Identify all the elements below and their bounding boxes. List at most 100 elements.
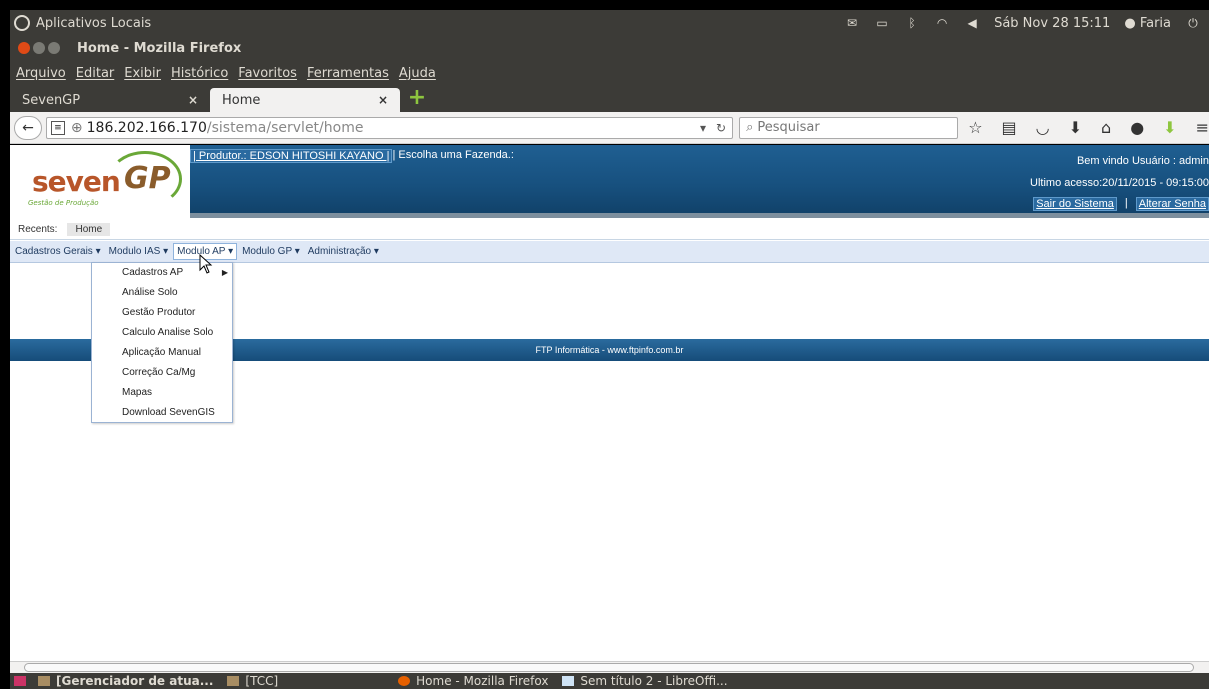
dropdown-item-correcao-ca-mg[interactable]: Correção Ca/Mg: [92, 363, 232, 383]
ubuntu-logo-icon: [14, 15, 30, 31]
downloads-icon[interactable]: ⬇: [1069, 118, 1082, 137]
menu-modulo-gp[interactable]: Modulo GP ▾: [239, 244, 303, 259]
browser-menubar: Arquivo Editar Exibir Histórico Favorito…: [10, 60, 1209, 86]
producer-info: | Produtor.: EDSON HITOSHI KAYANO | | Es…: [190, 149, 514, 163]
main-menu: Cadastros Gerais ▾ Modulo IAS ▾ Modulo A…: [10, 241, 1209, 263]
url-dropdown-icon[interactable]: ▾: [700, 121, 706, 135]
menu-administracao[interactable]: Administração ▾: [305, 244, 382, 259]
app-menu[interactable]: Aplicativos Locais: [10, 15, 151, 31]
url-bar[interactable]: ≡ ⊕ 186.202.166.170/sistema/servlet/home…: [45, 116, 734, 139]
bookmark-star-icon[interactable]: ☆: [968, 118, 982, 137]
addon-download-icon[interactable]: ⬇: [1163, 118, 1176, 137]
mail-icon[interactable]: ✉: [844, 17, 860, 29]
home-icon[interactable]: ⌂: [1101, 118, 1111, 137]
modulo-ap-dropdown: Cadastros AP ▶ Análise Solo Gestão Produ…: [91, 262, 233, 423]
search-placeholder: Pesquisar: [757, 120, 820, 135]
bookmarks-list-icon[interactable]: ▤: [1002, 118, 1017, 137]
menu-editar[interactable]: Editar: [76, 66, 115, 81]
scrollbar-thumb[interactable]: [24, 663, 1194, 672]
wifi-icon[interactable]: ◠: [934, 17, 950, 29]
menu-modulo-ias[interactable]: Modulo IAS ▾: [106, 244, 172, 259]
header-separator: |: [1124, 197, 1128, 209]
dropdown-item-analise-solo[interactable]: Análise Solo: [92, 283, 232, 303]
change-password-link[interactable]: Alterar Senha: [1135, 197, 1209, 211]
header-links: Sair do Sistema | Alterar Senha: [1033, 197, 1209, 211]
web-page: seven GP Gestão de Produção | Produtor.:…: [10, 145, 1209, 661]
recents-label: Recents:: [18, 223, 58, 235]
tab-home[interactable]: Home ×: [210, 88, 400, 112]
back-button[interactable]: ←: [14, 115, 42, 140]
maximize-window-icon[interactable]: [48, 42, 60, 54]
menu-historico[interactable]: Histórico: [171, 66, 228, 81]
task-gerenciador[interactable]: [Gerenciador de atua...: [38, 674, 213, 688]
task-libreoffice[interactable]: Sem título 2 - LibreOffi...: [562, 674, 728, 688]
task-label: Sem título 2 - LibreOffi...: [580, 674, 728, 688]
power-icon[interactable]: ⏻: [1185, 17, 1201, 29]
dropdown-item-gestao-produtor[interactable]: Gestão Produtor: [92, 303, 232, 323]
mouse-cursor-icon: [199, 254, 213, 274]
horizontal-scrollbar[interactable]: [10, 661, 1209, 673]
reload-icon[interactable]: ↻: [716, 121, 726, 135]
clock[interactable]: Sáb Nov 28 15:11: [994, 16, 1110, 31]
divider: [10, 239, 1209, 240]
user-name: Faria: [1139, 15, 1171, 31]
dropdown-item-mapas[interactable]: Mapas: [92, 383, 232, 403]
dropdown-item-label: Aplicação Manual: [122, 347, 201, 358]
logo-tagline: Gestão de Produção: [28, 199, 99, 207]
task-label: [TCC]: [245, 674, 279, 688]
menu-favoritos[interactable]: Favoritos: [238, 66, 297, 81]
tab-strip: SevenGP × Home × +: [10, 86, 1209, 112]
close-tab-icon[interactable]: ×: [188, 93, 198, 107]
new-tab-icon[interactable]: +: [406, 87, 428, 110]
chat-icon[interactable]: ●: [1130, 118, 1144, 137]
app-menu-label: Aplicativos Locais: [36, 15, 152, 31]
menu-ajuda[interactable]: Ajuda: [399, 66, 436, 81]
show-desktop-icon[interactable]: [14, 676, 26, 686]
dropdown-item-label: Mapas: [122, 387, 153, 398]
user-menu[interactable]: ● Faria: [1124, 16, 1171, 31]
bluetooth-icon[interactable]: ᛒ: [904, 17, 920, 29]
minimize-window-icon[interactable]: [33, 42, 45, 54]
dropdown-item-download-sevengis[interactable]: Download SevenGIS: [92, 403, 232, 423]
recent-home-link[interactable]: Home: [67, 222, 111, 236]
pocket-icon[interactable]: ◡: [1036, 118, 1050, 137]
volume-icon[interactable]: ◀: [964, 17, 980, 29]
window-titlebar: Home - Mozilla Firefox: [10, 36, 1209, 60]
task-firefox[interactable]: Home - Mozilla Firefox: [398, 674, 548, 688]
hamburger-menu-icon[interactable]: ≡: [1196, 118, 1209, 137]
system-top-panel: Aplicativos Locais ✉ ▭ ᛒ ◠ ◀ Sáb Nov 28 …: [10, 10, 1209, 36]
dropdown-item-label: Gestão Produtor: [122, 307, 196, 318]
menu-ferramentas[interactable]: Ferramentas: [307, 66, 389, 81]
dropdown-item-calculo-analise-solo[interactable]: Calculo Analise Solo: [92, 323, 232, 343]
logo-word: seven: [32, 165, 121, 198]
header-strip: [190, 213, 1209, 218]
close-tab-icon[interactable]: ×: [378, 93, 388, 107]
menu-arquivo[interactable]: Arquivo: [16, 66, 66, 81]
logo-gp: GP: [124, 161, 171, 196]
dropdown-item-label: Cadastros AP: [122, 267, 184, 278]
tab-sevengp[interactable]: SevenGP ×: [10, 88, 210, 112]
close-window-icon[interactable]: [18, 42, 30, 54]
url-host: 186.202.166.170: [86, 119, 207, 136]
sevengp-logo: seven GP Gestão de Produção: [10, 145, 190, 213]
search-icon: ⌕: [746, 120, 754, 135]
logout-link[interactable]: Sair do Sistema: [1033, 197, 1117, 211]
welcome-text: Bem vindo Usuário : admin: [1076, 155, 1209, 167]
window-title: Home - Mozilla Firefox: [77, 40, 242, 56]
search-bar[interactable]: ⌕ Pesquisar: [739, 116, 959, 139]
submenu-arrow-icon: ▶: [221, 268, 228, 277]
dropdown-item-aplicacao-manual[interactable]: Aplicação Manual: [92, 343, 232, 363]
menu-exibir[interactable]: Exibir: [124, 66, 161, 81]
tab-label: SevenGP: [22, 92, 81, 108]
recents-bar: Recents: Home: [10, 221, 1209, 237]
page-info-icon[interactable]: ≡: [50, 120, 65, 135]
battery-icon[interactable]: ▭: [874, 17, 890, 29]
folder-icon: [38, 676, 50, 686]
taskbar: [Gerenciador de atua... [TCC] Home - Moz…: [10, 673, 1209, 689]
footer-text: FTP Informática - www.ftpinfo.com.br: [535, 345, 684, 355]
dropdown-item-label: Calculo Analise Solo: [122, 327, 214, 338]
task-tcc[interactable]: [TCC]: [227, 674, 278, 688]
producer-link[interactable]: | Produtor.: EDSON HITOSHI KAYANO |: [190, 149, 393, 163]
menu-cadastros-gerais[interactable]: Cadastros Gerais ▾: [12, 244, 104, 259]
task-label: [Gerenciador de atua...: [56, 674, 214, 688]
